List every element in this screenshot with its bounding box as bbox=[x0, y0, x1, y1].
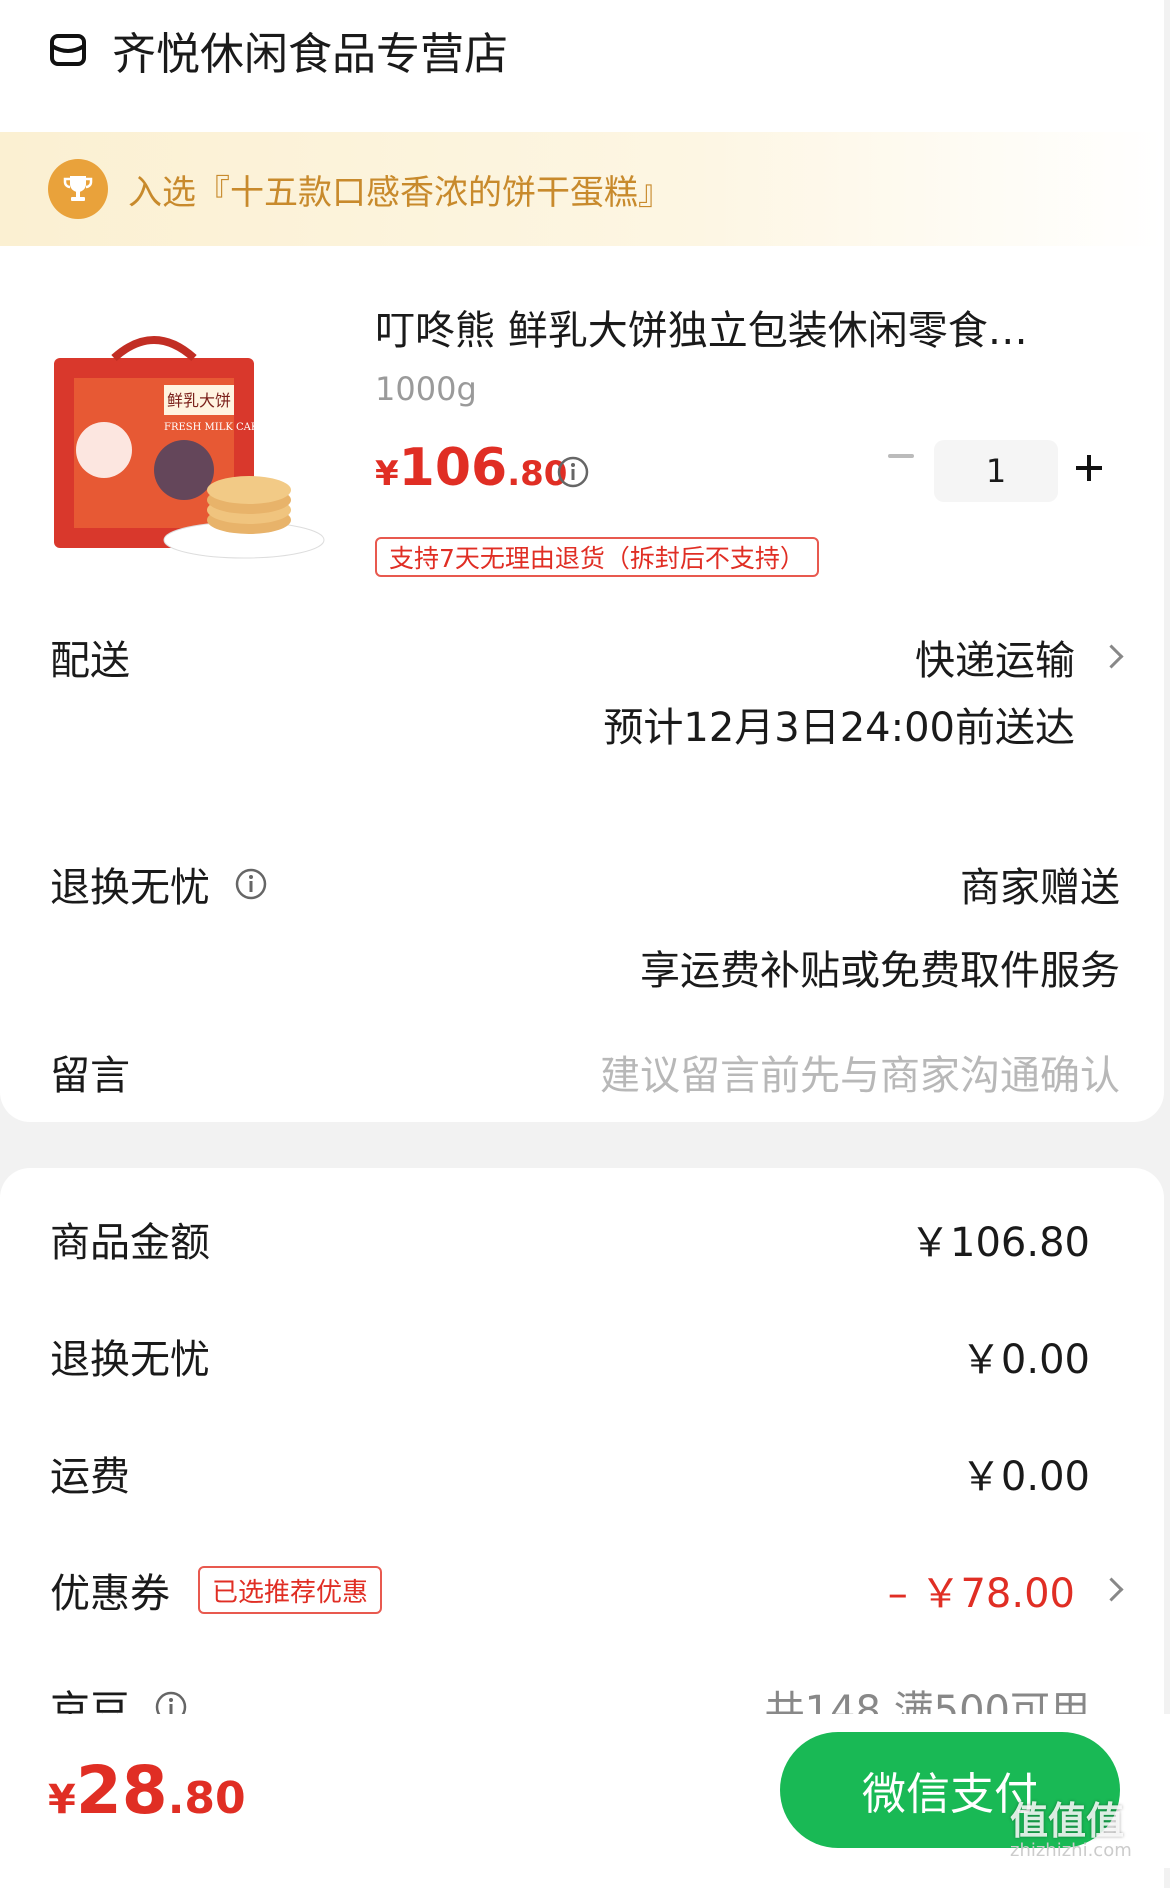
returns-fee-label: 退换无忧 bbox=[50, 1337, 210, 1383]
product-image-text: 鲜乳大饼 bbox=[167, 391, 231, 410]
quantity-increase-button[interactable] bbox=[1076, 455, 1102, 481]
returns-label: 退换无忧 bbox=[50, 865, 210, 911]
total-price: ¥ 28 .80 bbox=[48, 1752, 246, 1829]
returns-desc: 享运费补贴或免费取件服务 bbox=[640, 948, 1120, 994]
ranking-banner[interactable]: 入选『十五款口感香浓的饼干蛋糕』 bbox=[0, 132, 1164, 246]
shipping-label: 运费 bbox=[50, 1454, 130, 1500]
watermark-url: zhizhizhi.com bbox=[1010, 1840, 1132, 1861]
returns-row: 退换无忧 bbox=[50, 855, 268, 913]
delivery-label: 配送 bbox=[50, 638, 130, 684]
total-currency: ¥ bbox=[48, 1777, 76, 1823]
product-image[interactable]: 鲜乳大饼 FRESH MILK CAKES bbox=[44, 330, 334, 570]
coupon-value[interactable]: – ￥78.00 bbox=[888, 1561, 1075, 1619]
product-image-subtext: FRESH MILK CAKES bbox=[164, 422, 273, 433]
return-policy-tag: 支持7天无理由退货（拆封后不支持） bbox=[375, 537, 819, 577]
delivery-method[interactable]: 快递运输 bbox=[915, 628, 1075, 686]
banner-text: 入选『十五款口感香浓的饼干蛋糕』 bbox=[128, 172, 672, 213]
coupon-tag: 已选推荐优惠 bbox=[198, 1566, 383, 1614]
returns-fee-value: ￥0.00 bbox=[960, 1337, 1090, 1383]
returns-value: 商家赠送 bbox=[960, 865, 1120, 911]
delivery-eta: 预计12月3日24:00前送达 bbox=[603, 705, 1075, 751]
total-integer: 28 bbox=[75, 1752, 168, 1829]
watermark-logo: 值值值 bbox=[1010, 1799, 1125, 1843]
coupon-label: 优惠券 bbox=[50, 1571, 170, 1617]
goods-amount-value: ￥106.80 bbox=[910, 1220, 1090, 1266]
price-integer: 106 bbox=[398, 438, 508, 498]
quantity-input[interactable]: 1 bbox=[934, 440, 1058, 502]
price-currency: ¥ bbox=[375, 454, 399, 494]
shop-header[interactable]: 齐悦休闲食品专营店 bbox=[48, 22, 508, 80]
shop-name: 齐悦休闲食品专营店 bbox=[112, 29, 508, 80]
total-decimal: .80 bbox=[167, 1773, 246, 1824]
product-spec[interactable]: 1000g bbox=[375, 370, 477, 408]
product-price: ¥ 106 .80 bbox=[375, 438, 567, 498]
product-title[interactable]: 叮咚熊 鲜乳大饼独立包装休闲零食… bbox=[375, 298, 1028, 356]
goods-amount-label: 商品金额 bbox=[50, 1220, 210, 1266]
message-input[interactable]: 建议留言前先与商家沟通确认 bbox=[600, 1043, 1120, 1101]
trophy-icon bbox=[48, 159, 108, 219]
quantity-decrease-button[interactable] bbox=[888, 454, 914, 458]
shop-icon bbox=[50, 34, 86, 66]
message-label: 留言 bbox=[50, 1053, 130, 1099]
price-info-icon[interactable] bbox=[556, 455, 590, 489]
returns-info-icon[interactable] bbox=[234, 867, 268, 901]
shipping-value: ￥0.00 bbox=[960, 1454, 1090, 1500]
